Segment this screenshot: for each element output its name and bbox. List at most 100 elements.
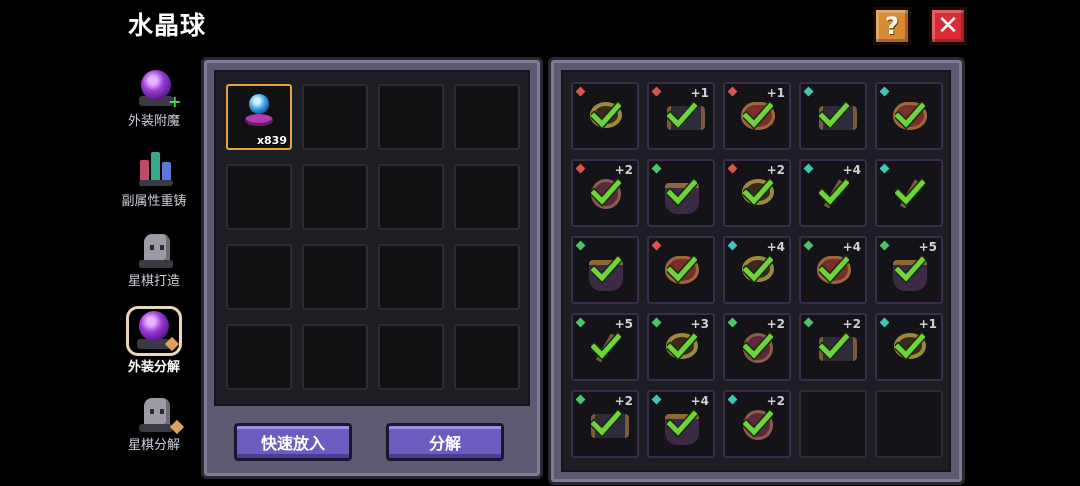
gem-icon [727, 163, 738, 174]
equipment-slot[interactable]: +2 [723, 390, 791, 458]
equipment-slot-empty[interactable] [875, 390, 943, 458]
level-badge: +2 [614, 394, 633, 408]
equipment-slot[interactable]: +1 [723, 82, 791, 150]
equipment-slot[interactable]: +4 [799, 236, 867, 304]
gem-icon [575, 317, 586, 328]
inventory-slot[interactable] [454, 84, 520, 150]
inventory-slot[interactable] [302, 244, 368, 310]
equipment-slot[interactable] [571, 82, 639, 150]
level-badge: +1 [918, 317, 937, 331]
inventory-slot[interactable]: x839 [226, 84, 292, 150]
gem-icon [651, 240, 662, 251]
equipment-slot[interactable] [875, 82, 943, 150]
equipment-slot[interactable]: +4 [647, 390, 715, 458]
inventory-slot[interactable] [226, 244, 292, 310]
page-title: 水晶球 [128, 11, 207, 40]
inventory-slot[interactable] [454, 324, 520, 390]
check-icon [664, 331, 700, 361]
level-badge: +5 [918, 240, 937, 254]
close-icon: ✕ [937, 11, 959, 41]
inventory-slot[interactable] [378, 324, 444, 390]
equipment-slot[interactable]: +2 [571, 390, 639, 458]
gem-icon [727, 240, 738, 251]
inventory-slot[interactable] [454, 244, 520, 310]
check-icon [816, 100, 852, 130]
equipment-panel: +1 +1 +2 +2 +4 +4 +4 +5 +5 +3 +2 +2 +1 +2 +4 +2 [548, 57, 965, 485]
check-icon [740, 254, 776, 284]
gem-icon [575, 394, 586, 405]
equipment-slot[interactable]: +5 [571, 313, 639, 381]
equipment-slot[interactable]: +2 [723, 313, 791, 381]
inventory-slot[interactable] [302, 324, 368, 390]
check-icon [664, 100, 700, 130]
equipment-slot[interactable]: +2 [799, 313, 867, 381]
level-badge: +2 [766, 394, 785, 408]
gem-icon [803, 240, 814, 251]
level-badge: +4 [690, 394, 709, 408]
inventory-slot[interactable] [378, 244, 444, 310]
equipment-slot[interactable] [571, 236, 639, 304]
equipment-slot[interactable]: +2 [571, 159, 639, 227]
equipment-slot[interactable]: +3 [647, 313, 715, 381]
quick-add-button[interactable]: 快速放入 [234, 423, 352, 461]
inventory-slot[interactable] [378, 84, 444, 150]
equipment-slot[interactable]: +5 [875, 236, 943, 304]
sidebar-item-enchant[interactable]: + 外装附魔 [108, 68, 200, 142]
sidebar-item-reforge[interactable]: 副属性重铸 [108, 148, 200, 222]
level-badge: +1 [766, 86, 785, 100]
sidebar-item-forge[interactable]: 星棋打造 [108, 228, 200, 302]
inventory-slot[interactable] [226, 324, 292, 390]
equipment-slot[interactable] [647, 159, 715, 227]
check-icon [588, 254, 624, 284]
level-badge: +5 [614, 317, 633, 331]
gem-icon [651, 86, 662, 97]
check-icon [740, 177, 776, 207]
item-count: x839 [256, 134, 287, 147]
inventory-slot[interactable] [378, 164, 444, 230]
decompose-button[interactable]: 分解 [386, 423, 504, 461]
inventory-grid: x839 [214, 70, 530, 406]
equipment-slot[interactable]: +1 [647, 82, 715, 150]
help-button[interactable]: ? [873, 7, 911, 45]
inventory-slot[interactable] [302, 164, 368, 230]
equipment-slot[interactable]: +4 [799, 159, 867, 227]
equipment-slot[interactable] [799, 82, 867, 150]
gem-icon [727, 317, 738, 328]
level-badge: +4 [842, 163, 861, 177]
level-badge: +3 [690, 317, 709, 331]
check-icon [892, 100, 928, 130]
ghost-piece-icon [136, 228, 178, 270]
inventory-slot[interactable] [454, 164, 520, 230]
check-icon [740, 408, 776, 438]
gem-icon [879, 163, 890, 174]
check-icon [588, 408, 624, 438]
equipment-slot[interactable]: +1 [875, 313, 943, 381]
equipment-slot[interactable]: +4 [723, 236, 791, 304]
check-icon [816, 254, 852, 284]
inventory-panel: x839 快速放入 分解 [201, 57, 543, 479]
question-icon: ? [885, 12, 899, 40]
equipment-slot-empty[interactable] [799, 390, 867, 458]
gem-icon [803, 163, 814, 174]
sidebar-item-decompose[interactable]: 外装分解 [108, 306, 200, 384]
sidebar-item-piece-decompose[interactable]: 星棋分解 [108, 392, 200, 466]
crystal-ball-icon [245, 94, 273, 134]
check-icon [892, 331, 928, 361]
level-badge: +2 [766, 317, 785, 331]
level-badge: +1 [690, 86, 709, 100]
check-icon [664, 408, 700, 438]
equipment-slot[interactable] [647, 236, 715, 304]
level-badge: +2 [614, 163, 633, 177]
sidebar-item-label: 星棋打造 [127, 274, 180, 289]
gem-icon [651, 394, 662, 405]
level-badge: +4 [842, 240, 861, 254]
inventory-slot[interactable] [226, 164, 292, 230]
close-button[interactable]: ✕ [929, 7, 967, 45]
equipment-slot[interactable] [875, 159, 943, 227]
gem-icon [651, 163, 662, 174]
inventory-slot[interactable] [302, 84, 368, 150]
sidebar-item-label: 星棋分解 [127, 438, 180, 453]
check-icon [816, 331, 852, 361]
check-icon [740, 331, 776, 361]
equipment-slot[interactable]: +2 [723, 159, 791, 227]
